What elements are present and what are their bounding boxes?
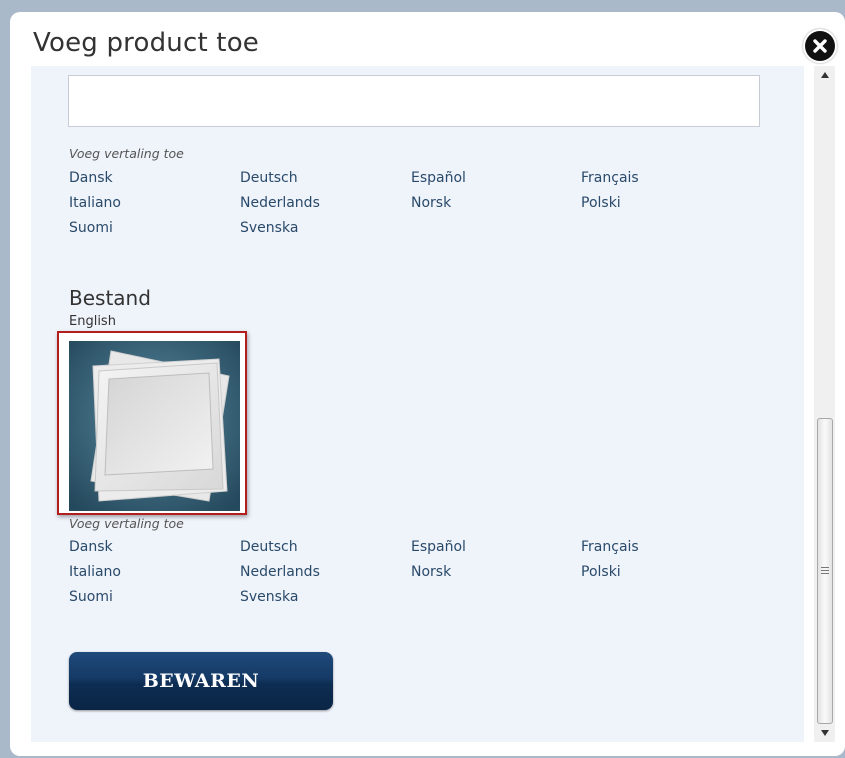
file-language-label: English	[69, 314, 116, 329]
image-placeholder-icon	[69, 341, 240, 511]
language-link-francais[interactable]: Français	[581, 170, 639, 186]
scroll-down-button[interactable]	[814, 724, 835, 742]
text-input-field[interactable]	[68, 75, 760, 127]
dialog-title: Voeg product toe	[33, 28, 260, 58]
scroll-thumb[interactable]	[817, 418, 833, 724]
scroll-grip	[821, 567, 829, 576]
language-link-suomi[interactable]: Suomi	[69, 220, 113, 236]
language-link-svenska[interactable]: Svenska	[240, 220, 298, 236]
scroll-up-button[interactable]	[814, 66, 835, 84]
language-link-italiano[interactable]: Italiano	[69, 195, 121, 211]
language-link-svenska[interactable]: Svenska	[240, 589, 298, 605]
arrow-down-icon	[820, 730, 829, 736]
language-link-francais[interactable]: Français	[581, 539, 639, 555]
close-icon	[813, 39, 827, 53]
vertical-scrollbar[interactable]	[814, 66, 835, 742]
file-image-preview[interactable]	[57, 331, 247, 515]
save-button[interactable]: BEWAREN	[69, 652, 333, 710]
language-link-polski[interactable]: Polski	[581, 564, 621, 580]
language-link-norsk[interactable]: Norsk	[411, 195, 451, 211]
language-link-dansk[interactable]: Dansk	[69, 170, 113, 186]
language-link-espanol[interactable]: Español	[411, 539, 466, 555]
language-link-nederlands[interactable]: Nederlands	[240, 564, 320, 580]
add-translation-label: Voeg vertaling toe	[69, 146, 184, 161]
language-link-norsk[interactable]: Norsk	[411, 564, 451, 580]
language-link-nederlands[interactable]: Nederlands	[240, 195, 320, 211]
language-link-suomi[interactable]: Suomi	[69, 589, 113, 605]
add-product-dialog: Voeg product toe Voeg vertaling toe Dans…	[10, 12, 845, 756]
language-link-italiano[interactable]: Italiano	[69, 564, 121, 580]
language-link-deutsch[interactable]: Deutsch	[240, 170, 298, 186]
dialog-content: Voeg vertaling toe Dansk Deutsch Español…	[31, 66, 804, 742]
language-link-espanol[interactable]: Español	[411, 170, 466, 186]
language-link-polski[interactable]: Polski	[581, 195, 621, 211]
language-link-dansk[interactable]: Dansk	[69, 539, 113, 555]
language-link-deutsch[interactable]: Deutsch	[240, 539, 298, 555]
arrow-up-icon	[820, 72, 829, 78]
add-translation-label: Voeg vertaling toe	[69, 516, 184, 531]
close-button[interactable]	[805, 31, 835, 61]
file-section-title: Bestand	[69, 286, 151, 310]
